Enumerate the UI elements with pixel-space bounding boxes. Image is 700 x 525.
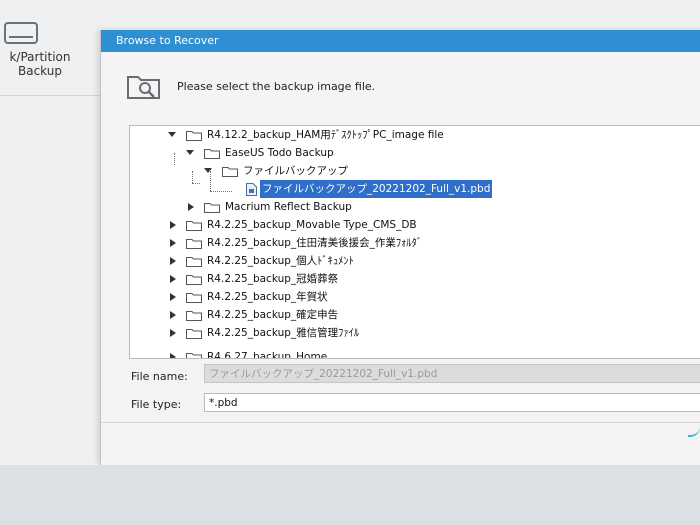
folder-search-icon <box>127 76 160 99</box>
tree-item-label: R4.2.25_backup_確定申告 <box>207 309 339 321</box>
folder-icon <box>186 293 202 303</box>
tree-item[interactable]: EaseUS Todo Backup <box>130 144 700 162</box>
expander-closed-icon[interactable] <box>170 275 176 283</box>
tree-item-label: EaseUS Todo Backup <box>225 147 334 159</box>
tree-item-label: ファイルバックアップ <box>243 165 348 177</box>
tree-item-label: R4.2.25_backup_Movable Type_CMS_DB <box>207 219 417 231</box>
disk-icon <box>4 22 38 44</box>
disk-partition-backup-label[interactable]: k/Partition Backup <box>0 50 80 78</box>
tree-item[interactable]: R4.2.25_backup_確定申告 <box>130 306 700 324</box>
prompt-area: Please select the backup image file. <box>101 52 700 132</box>
sidebar-label-line1: k/Partition <box>9 50 71 64</box>
tree-item-label: R4.2.25_backup_住田清美後援会_作業ﾌｫﾙﾀﾞ <box>207 237 423 249</box>
expander-closed-icon[interactable] <box>170 329 176 337</box>
backup-file-icon <box>246 183 257 196</box>
expander-closed-icon[interactable] <box>170 221 176 229</box>
folder-icon <box>186 353 202 358</box>
file-type-select[interactable]: *.pbd <box>204 393 700 412</box>
folder-icon <box>186 275 202 285</box>
tree-item-selected[interactable]: ファイルバックアップ_20221202_Full_v1.pbd <box>130 180 700 198</box>
background-sidebar <box>0 0 100 525</box>
folder-icon <box>186 239 202 249</box>
tree-item-label: R4.2.25_backup_雅信管理ﾌｧｲﾙ <box>207 327 360 339</box>
tree-item[interactable]: R4.2.25_backup_Movable Type_CMS_DB <box>130 216 700 234</box>
prompt-text: Please select the backup image file. <box>177 80 376 93</box>
tree-item-label: R4.2.25_backup_個人ﾄﾞｷｭﾒﾝﾄ <box>207 255 354 267</box>
expander-closed-icon[interactable] <box>170 293 176 301</box>
background-bottom <box>0 465 700 525</box>
folder-icon <box>186 257 202 267</box>
tree-item[interactable]: R4.2.25_backup_年賀状 <box>130 288 700 306</box>
tree-item[interactable]: R4.12.2_backup_HAM用ﾃﾞｽｸﾄｯﾌﾟPC_image file <box>130 126 700 144</box>
folder-icon <box>204 149 220 159</box>
expander-closed-icon[interactable] <box>170 353 176 358</box>
tree-item[interactable]: R4.6.27_backup_Home <box>130 348 700 359</box>
background-top-strip <box>100 0 700 30</box>
file-name-field[interactable]: ファイルバックアップ_20221202_Full_v1.pbd <box>204 364 700 383</box>
tree-item-label: R4.2.25_backup_年賀状 <box>207 291 328 303</box>
folder-icon <box>186 131 202 141</box>
folder-icon <box>186 329 202 339</box>
tree-item[interactable]: R4.2.25_backup_個人ﾄﾞｷｭﾒﾝﾄ <box>130 252 700 270</box>
file-name-label: File name: <box>131 370 188 383</box>
tree-item-label: R4.12.2_backup_HAM用ﾃﾞｽｸﾄｯﾌﾟPC_image file <box>207 129 444 141</box>
sidebar-divider <box>0 95 100 96</box>
tree-item[interactable]: R4.2.25_backup_雅信管理ﾌｧｲﾙ <box>130 324 700 342</box>
expander-open-icon[interactable] <box>168 132 176 137</box>
tree-item[interactable]: R4.2.25_backup_冠婚葬祭 <box>130 270 700 288</box>
tree-item-label: R4.6.27_backup_Home <box>207 351 328 359</box>
tree-item[interactable]: ファイルバックアップ <box>130 162 700 180</box>
folder-tree[interactable]: R4.12.2_backup_HAM用ﾃﾞｽｸﾄｯﾌﾟPC_image file… <box>129 125 700 359</box>
expander-open-icon[interactable] <box>186 150 194 155</box>
expander-closed-icon[interactable] <box>170 311 176 319</box>
file-type-label: File type: <box>131 398 182 411</box>
tree-item-label: Macrium Reflect Backup <box>225 201 352 213</box>
expander-closed-icon[interactable] <box>188 203 194 211</box>
expander-closed-icon[interactable] <box>170 239 176 247</box>
browse-to-recover-dialog: Browse to Recover Please select the back… <box>100 30 700 465</box>
expander-open-icon[interactable] <box>204 168 212 173</box>
folder-icon <box>204 203 220 213</box>
folder-icon <box>186 311 202 321</box>
folder-icon <box>222 167 238 177</box>
tree-item-label: R4.2.25_backup_冠婚葬祭 <box>207 273 339 285</box>
tree-item-label: ファイルバックアップ_20221202_Full_v1.pbd <box>260 180 493 198</box>
footer-divider <box>101 422 700 423</box>
tree-item[interactable]: Macrium Reflect Backup <box>130 198 700 216</box>
tree-item[interactable]: R4.2.25_backup_住田清美後援会_作業ﾌｫﾙﾀﾞ <box>130 234 700 252</box>
folder-icon <box>186 221 202 231</box>
expander-closed-icon[interactable] <box>170 257 176 265</box>
dialog-title: Browse to Recover <box>101 30 700 52</box>
sidebar-label-line2: Backup <box>18 64 62 78</box>
